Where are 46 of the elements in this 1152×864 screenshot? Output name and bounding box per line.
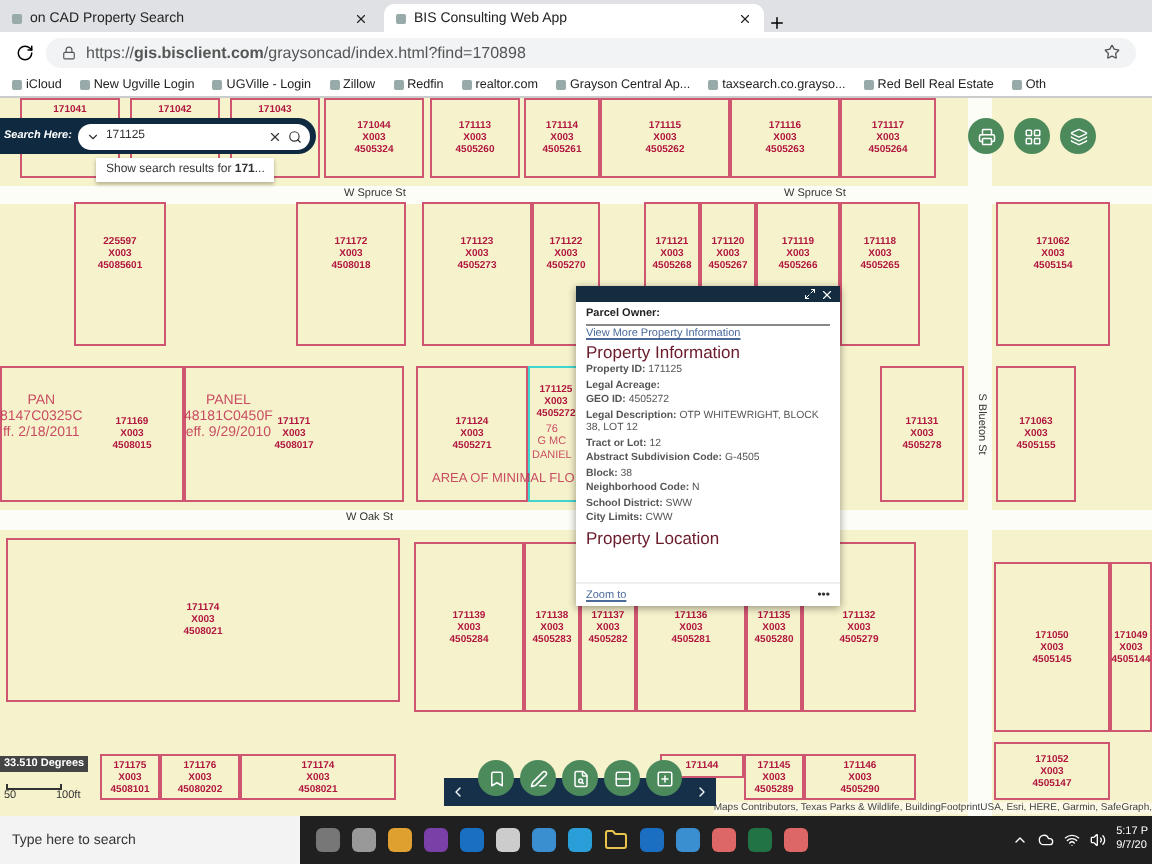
address-bar[interactable]: https://gis.bisclient.com/graysoncad/index.html?find=170898 [46, 37, 1136, 67]
print-button[interactable] [968, 118, 1004, 154]
next-icon[interactable] [694, 784, 710, 800]
layers-icon [1069, 127, 1087, 145]
app-icon[interactable] [496, 828, 520, 852]
basemap-button[interactable] [1014, 118, 1050, 154]
draw-button[interactable] [520, 760, 556, 796]
pen-icon [529, 769, 547, 787]
search-icon[interactable] [288, 129, 302, 143]
bookmark-icon [487, 769, 505, 787]
layers-button[interactable] [1060, 118, 1096, 154]
scale-bar [6, 784, 62, 790]
app-icon[interactable] [388, 828, 412, 852]
rows-icon [613, 769, 631, 787]
section-heading: Property Location [586, 529, 722, 549]
app-icon[interactable] [712, 828, 736, 852]
document-search-icon [571, 769, 589, 787]
map-canvas[interactable] [0, 98, 1152, 816]
chevron-icon[interactable] [1012, 832, 1029, 848]
url-text: https://gis.bisclient.com/graysoncad/index.html?find=170898 [86, 43, 526, 61]
plus-square-icon [655, 769, 673, 787]
query-button[interactable] [562, 760, 598, 796]
folder-icon[interactable] [604, 828, 628, 852]
cloud-icon[interactable] [1038, 832, 1055, 848]
star-icon[interactable] [1104, 44, 1120, 60]
new-tab-icon[interactable] [768, 14, 786, 32]
section-heading: Property Information [586, 344, 743, 363]
speaker-icon[interactable] [1090, 832, 1107, 848]
app-icon[interactable] [568, 828, 592, 852]
dropdown-icon[interactable] [85, 129, 100, 143]
app-icon[interactable] [784, 828, 808, 852]
reload-icon[interactable] [16, 43, 34, 61]
app-icon[interactable] [352, 828, 376, 852]
clear-icon[interactable] [268, 129, 282, 143]
bookmark-button[interactable] [478, 760, 514, 796]
wifi-icon[interactable] [1064, 832, 1081, 848]
previous-icon[interactable] [450, 784, 466, 800]
printer-icon [977, 127, 995, 145]
table-button[interactable] [604, 760, 640, 796]
app-icon[interactable] [676, 828, 700, 852]
add-button[interactable] [646, 760, 682, 796]
grid-icon [1023, 127, 1041, 145]
app-icon[interactable] [532, 828, 556, 852]
lock-icon [62, 45, 76, 59]
close-icon[interactable] [354, 11, 368, 25]
close-icon[interactable] [738, 11, 752, 25]
